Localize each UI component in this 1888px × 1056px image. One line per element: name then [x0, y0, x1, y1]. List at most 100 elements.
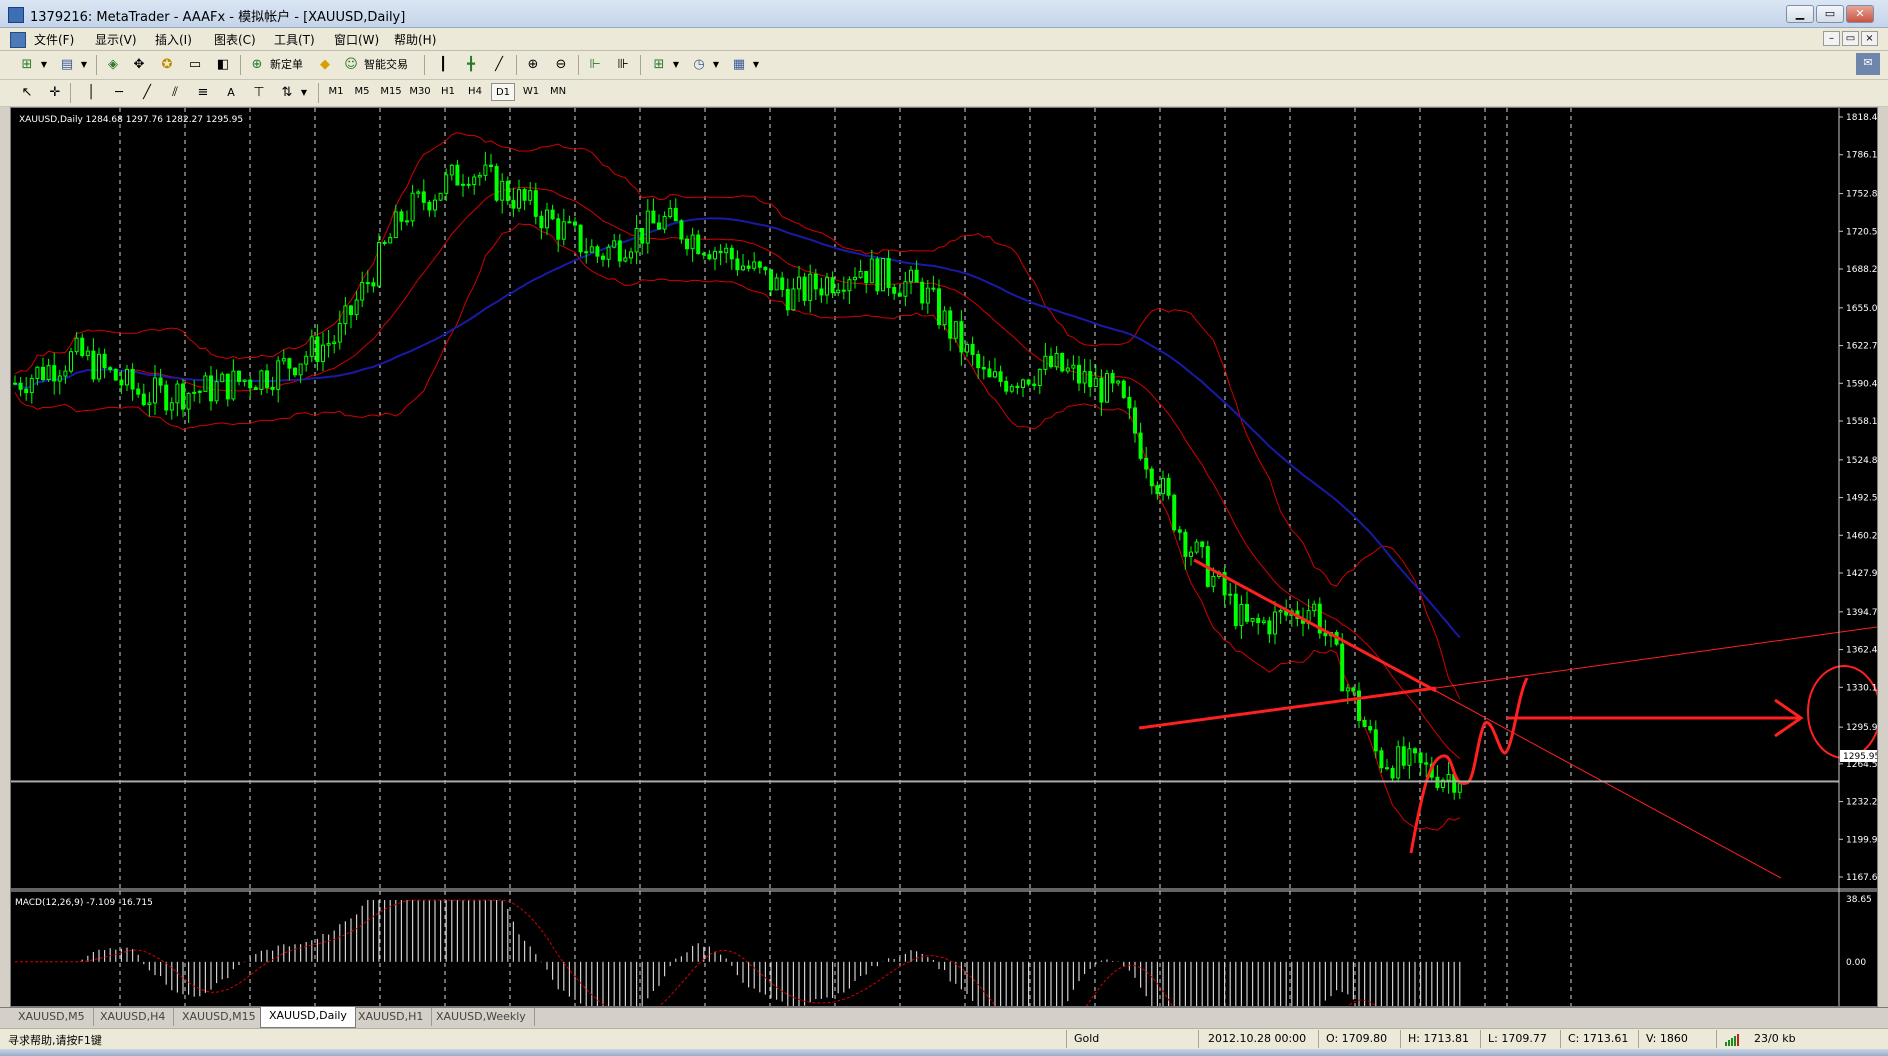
indicators-icon[interactable]: ⊞ [648, 55, 670, 75]
zoom-out-icon[interactable]: ⊖ [550, 55, 572, 75]
chart-window-icon [10, 32, 26, 48]
candle-body [1099, 377, 1104, 403]
zoom-in-icon[interactable]: ⊕ [522, 55, 544, 75]
timeframe-m15[interactable]: M15 [377, 83, 405, 101]
price-tick-label: 1394.70 [1846, 608, 1877, 618]
candle-body [287, 358, 292, 369]
chart-window[interactable]: 1818.40 1786.10 1752.85 1720.55 1688.25 1655.… [10, 107, 1878, 1007]
chart-shift-icon[interactable]: ⊩ [584, 55, 606, 75]
expert-advisors-icon[interactable]: ☺ [340, 55, 362, 75]
candle-body [427, 201, 432, 211]
candle-body [1267, 620, 1272, 635]
dropdown-arrow-icon[interactable]: ▼ [38, 55, 50, 75]
dropdown-arrow-icon[interactable]: ▼ [78, 55, 90, 75]
horizontal-line-icon[interactable]: ─ [108, 83, 130, 103]
candle-body [449, 164, 454, 176]
menu-window[interactable]: 窗口(W) [334, 31, 379, 48]
candle-body [253, 387, 258, 390]
market-watch-icon[interactable]: ◈ [102, 55, 124, 75]
menu-insert[interactable]: 插入(I) [155, 31, 192, 48]
dropdown-arrow-icon[interactable]: ▼ [298, 83, 310, 103]
timeframe-h1[interactable]: H1 [436, 83, 460, 101]
candle-body [35, 366, 40, 379]
timeframe-mn[interactable]: MN [546, 83, 570, 101]
menu-file[interactable]: 文件(F) [34, 31, 74, 48]
menu-help[interactable]: 帮助(H) [394, 31, 436, 48]
cursor-icon[interactable]: ↖ [16, 83, 38, 103]
mdi-minimize-button[interactable]: – [1823, 31, 1840, 46]
candle-body [1004, 380, 1009, 392]
tab-xauusd-h4[interactable]: XAUUSD,H4 [92, 1008, 175, 1026]
timeframe-m30[interactable]: M30 [406, 83, 434, 101]
mdi-restore-button[interactable]: ▭ [1842, 31, 1859, 46]
chat-icon[interactable]: ✉ [1856, 53, 1880, 75]
bar-chart-icon[interactable]: ┃ [432, 55, 454, 75]
dropdown-arrow-icon[interactable]: ▼ [710, 55, 722, 75]
status-low: L: 1709.77 [1488, 1032, 1547, 1045]
restore-button[interactable]: ▭ [1816, 5, 1844, 23]
candle-body [763, 266, 768, 271]
templates-icon[interactable]: ▦ [728, 55, 750, 75]
new-order-button[interactable]: 新定单 [270, 55, 303, 75]
tab-xauusd-h1[interactable]: XAUUSD,H1 [350, 1008, 433, 1026]
navigator-icon[interactable]: ✪ [156, 55, 178, 75]
candle-body [517, 189, 521, 209]
candle-body [668, 207, 673, 218]
macd-tick-label: 38.65 [1846, 895, 1872, 905]
candle-body [1323, 632, 1328, 637]
candle-body [841, 289, 846, 292]
terminal-icon[interactable]: ▭ [184, 55, 206, 75]
expert-advisors-button[interactable]: 智能交易 [364, 55, 408, 75]
crosshair-icon[interactable]: ✛ [44, 83, 66, 103]
tab-xauusd-weekly[interactable]: XAUUSD,Weekly [428, 1008, 535, 1026]
tab-xauusd-m15[interactable]: XAUUSD,M15 [174, 1008, 265, 1026]
candle-body [825, 277, 829, 296]
price-chart[interactable]: 1818.40 1786.10 1752.85 1720.55 1688.25 1655.… [11, 108, 1877, 1006]
candle-body [970, 343, 975, 355]
candle-body [192, 391, 197, 394]
meta-editor-icon[interactable]: ◆ [314, 55, 336, 75]
menu-view[interactable]: 显示(V) [95, 31, 137, 48]
candle-body [24, 388, 29, 394]
candle-body [382, 241, 387, 244]
candlestick-icon[interactable]: ╋ [460, 55, 482, 75]
tab-xauusd-daily[interactable]: XAUUSD,Daily [260, 1007, 356, 1028]
candle-body [276, 360, 281, 390]
auto-scroll-icon[interactable]: ⊪ [612, 55, 634, 75]
candle-body [500, 180, 505, 201]
profiles-icon[interactable]: ▤ [56, 55, 78, 75]
candle-body [489, 164, 493, 168]
tab-xauusd-m5[interactable]: XAUUSD,M5 [10, 1008, 94, 1026]
dropdown-arrow-icon[interactable]: ▼ [750, 55, 762, 75]
candle-body [1368, 726, 1373, 731]
line-chart-icon[interactable]: ╱ [488, 55, 510, 75]
timeframe-m5[interactable]: M5 [350, 83, 374, 101]
menu-charts[interactable]: 图表(C) [214, 31, 256, 48]
timeframe-d1[interactable]: D1 [491, 83, 515, 101]
candle-body [701, 253, 706, 256]
fibonacci-icon[interactable]: ≡ [192, 83, 214, 103]
menu-tools[interactable]: 工具(T) [274, 31, 315, 48]
minimize-button[interactable]: ▁ [1786, 5, 1814, 23]
channel-icon[interactable]: ⫽ [164, 83, 186, 103]
arrows-icon[interactable]: ⇅ [276, 83, 298, 103]
text-label-icon[interactable]: ⊤ [248, 83, 270, 103]
candle-body [645, 210, 650, 244]
text-tool-icon[interactable]: A [220, 83, 242, 103]
macd-signal-line [15, 899, 1377, 1006]
trendline-icon[interactable]: ╱ [136, 83, 158, 103]
new-chart-icon[interactable]: ⊞ [16, 55, 38, 75]
candle-body [662, 216, 667, 230]
candle-body [937, 288, 941, 326]
timeframe-h4[interactable]: H4 [463, 83, 487, 101]
periods-clock-icon[interactable]: ◷ [688, 55, 710, 75]
new-order-icon[interactable]: ⊕ [246, 55, 268, 75]
vertical-line-icon[interactable]: │ [80, 83, 102, 103]
close-button[interactable]: ✕ [1846, 5, 1874, 23]
mdi-close-button[interactable]: × [1861, 31, 1878, 46]
timeframe-w1[interactable]: W1 [519, 83, 543, 101]
tester-icon[interactable]: ◧ [212, 55, 234, 75]
timeframe-m1[interactable]: M1 [324, 83, 348, 101]
dropdown-arrow-icon[interactable]: ▼ [670, 55, 682, 75]
data-window-icon[interactable]: ✥ [128, 55, 150, 75]
